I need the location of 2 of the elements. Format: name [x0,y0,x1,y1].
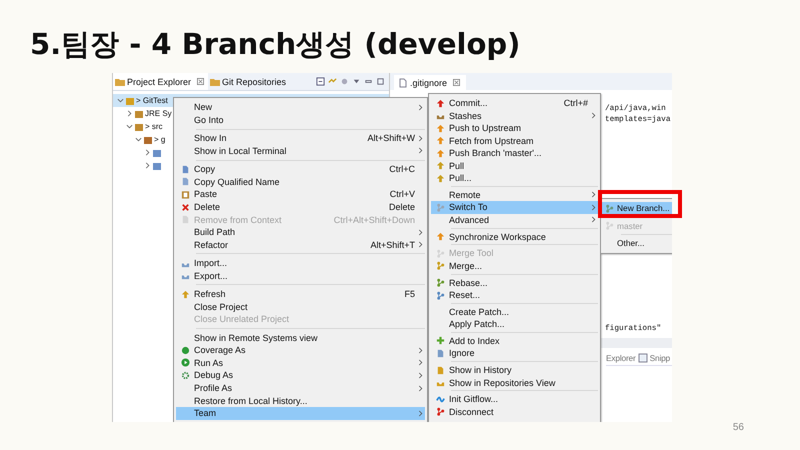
slide-title: 5.팀장 - 4 Branch생성 (develop) [30,26,520,63]
page-number: 56 [732,422,744,434]
